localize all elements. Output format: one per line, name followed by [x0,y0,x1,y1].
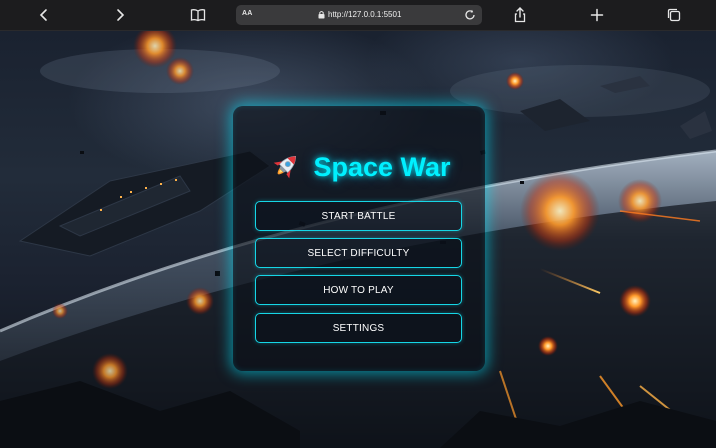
how-to-play-button[interactable]: HOW TO PLAY [255,275,462,305]
lock-icon [318,10,325,21]
reload-icon[interactable] [463,8,477,22]
settings-button[interactable]: SETTINGS [255,313,462,343]
main-menu-panel: Space War START BATTLE SELECT DIFFICULTY… [233,106,485,371]
share-icon[interactable] [508,4,532,26]
reader-book-icon[interactable] [186,4,210,26]
reader-aa-button[interactable]: AA [242,10,253,17]
browser-toolbar: AA http://127.0.0.1:5501 [0,0,716,31]
game-viewport: Space War START BATTLE SELECT DIFFICULTY… [0,31,716,448]
new-tab-plus-icon[interactable] [585,4,609,26]
rocket-icon [274,155,297,179]
start-battle-button[interactable]: START BATTLE [255,201,462,231]
game-title: Space War [313,151,451,182]
forward-icon[interactable] [108,4,132,26]
address-bar[interactable]: AA http://127.0.0.1:5501 [236,5,482,25]
title-row: Space War [233,149,485,185]
select-difficulty-button[interactable]: SELECT DIFFICULTY [255,238,462,268]
back-icon[interactable] [32,4,56,26]
tabs-icon[interactable] [662,4,686,26]
browser-window: AA http://127.0.0.1:5501 Space War START… [0,0,716,448]
url-text: http://127.0.0.1:5501 [328,10,402,19]
